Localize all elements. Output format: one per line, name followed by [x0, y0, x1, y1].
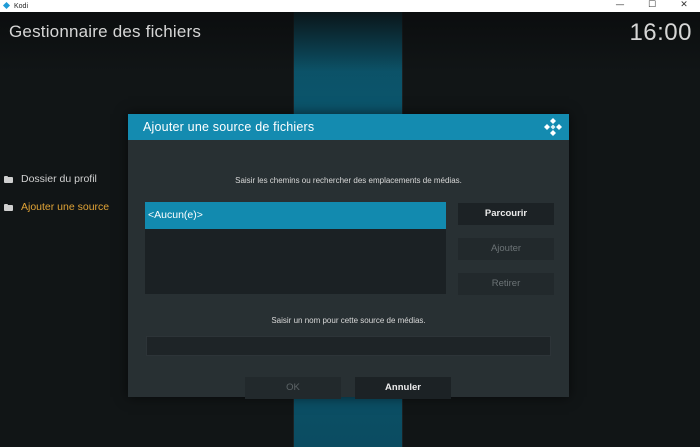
window-title: Kodi [14, 2, 29, 10]
path-list: <Aucun(e)> [145, 202, 446, 294]
minimize-button[interactable]: — [604, 0, 636, 12]
remove-path-button[interactable]: Retirer [458, 273, 554, 295]
sidebar-item-profile-folder[interactable]: Dossier du profil [4, 172, 109, 186]
ok-button[interactable]: OK [245, 377, 341, 399]
source-list: Dossier du profil Ajouter une source [4, 172, 109, 228]
close-window-button[interactable]: ✕ [668, 0, 700, 12]
page-title: Gestionnaire des fichiers [9, 22, 202, 41]
window-controls: — ☐ ✕ [604, 0, 700, 12]
dialog-title: Ajouter une source de fichiers [143, 120, 315, 134]
dialog-body: Saisir les chemins ou rechercher des emp… [128, 140, 569, 399]
sidebar-item-label: Ajouter une source [21, 201, 110, 213]
maximize-button[interactable]: ☐ [636, 0, 668, 12]
dialog-header: Ajouter une source de fichiers [128, 114, 569, 140]
sidebar-item-label: Dossier du profil [21, 173, 97, 185]
paths-hint: Saisir les chemins ou rechercher des emp… [235, 176, 462, 185]
browse-button[interactable]: Parcourir [458, 203, 554, 225]
add-path-button[interactable]: Ajouter [458, 238, 554, 260]
add-source-dialog: Ajouter une source de fichiers Saisir le… [128, 114, 569, 399]
window-titlebar: Kodi — ☐ ✕ [0, 0, 700, 12]
source-name-input[interactable] [146, 336, 551, 356]
folder-icon [4, 203, 13, 211]
kodi-logo-icon [544, 118, 562, 136]
clock: 16:00 [629, 19, 692, 46]
cancel-button[interactable]: Annuler [355, 377, 451, 399]
path-list-item[interactable]: <Aucun(e)> [145, 202, 446, 229]
folder-icon [4, 175, 13, 183]
header-fade [0, 12, 700, 72]
name-hint: Saisir un nom pour cette source de média… [271, 316, 426, 325]
kodi-app-icon [3, 2, 11, 10]
sidebar-item-add-source[interactable]: Ajouter une source [4, 200, 109, 214]
